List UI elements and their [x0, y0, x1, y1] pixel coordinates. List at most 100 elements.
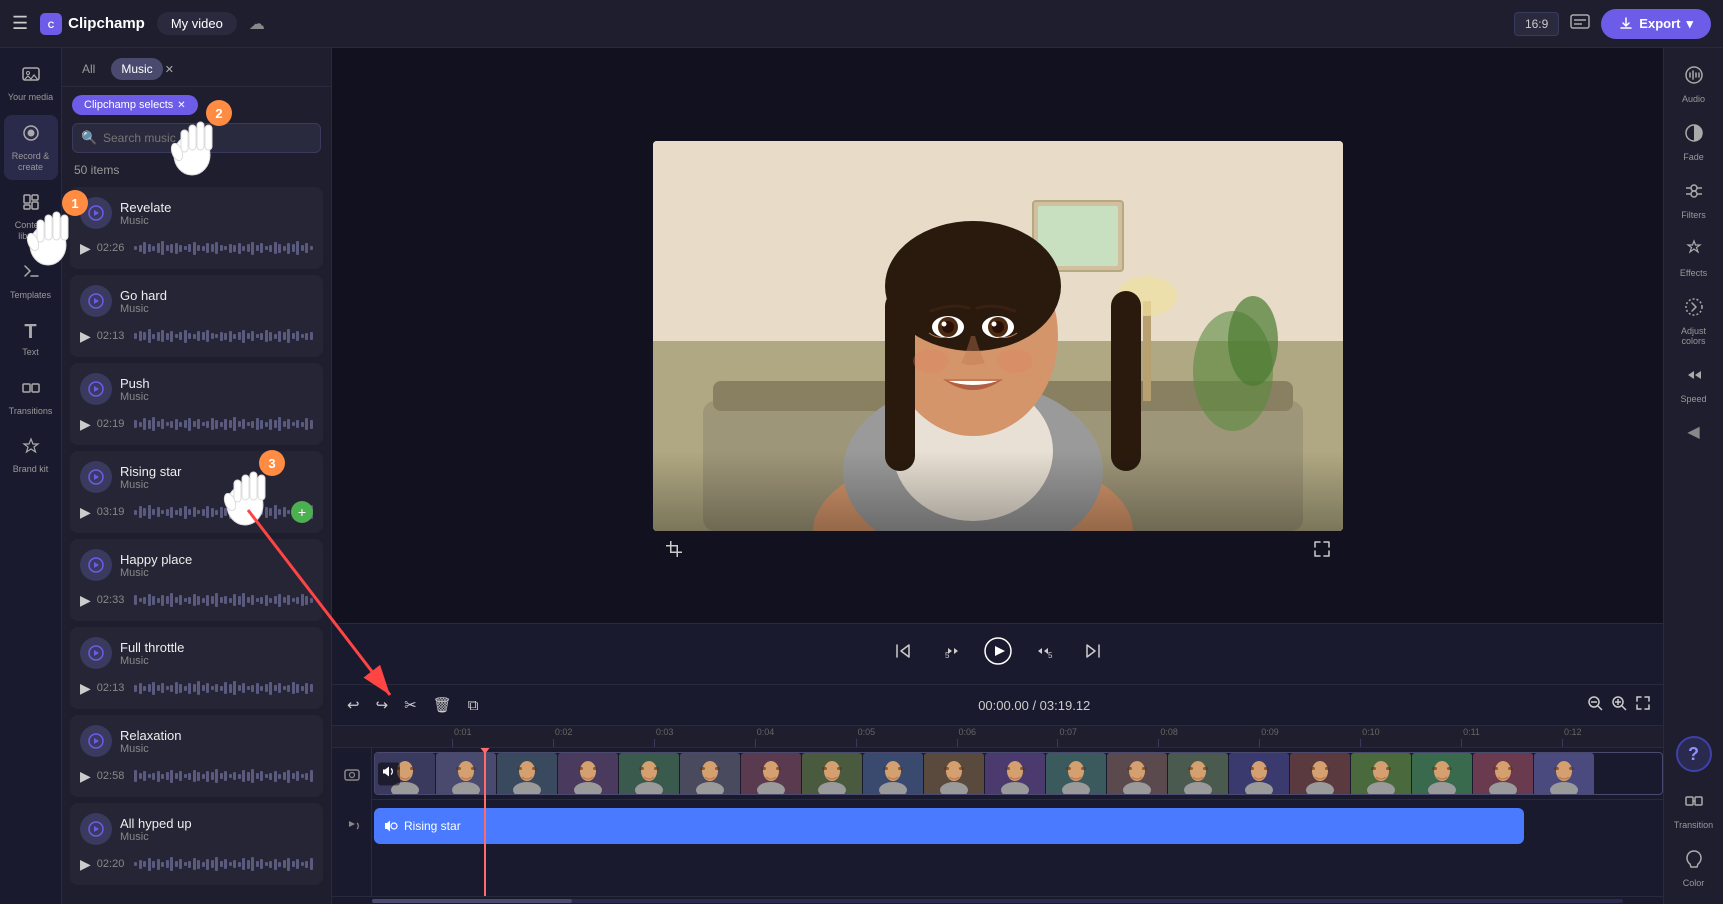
right-item-adjust-colors[interactable]: Adjust colors [1667, 288, 1721, 354]
play-music-button[interactable]: ▶ [80, 768, 91, 785]
video-thumbnail [619, 753, 679, 795]
export-button[interactable]: Export ▾ [1601, 9, 1711, 39]
ruler-label: 0:05 [858, 727, 876, 737]
cut-button[interactable]: ✂ [401, 693, 420, 717]
music-item[interactable]: Full throttle Music ▶ 02:13 [70, 627, 323, 709]
skip-forward-button[interactable] [1078, 636, 1108, 672]
music-duration: 02:33 [97, 594, 125, 606]
music-thumb [80, 813, 112, 845]
music-name: Push [120, 376, 313, 391]
music-type: Music [120, 215, 313, 227]
captions-button[interactable] [1569, 10, 1591, 37]
right-item-speed[interactable]: Speed [1667, 356, 1721, 412]
play-music-button[interactable]: ▶ [80, 592, 91, 609]
video-clip[interactable] [374, 752, 1663, 795]
play-music-button[interactable]: ▶ [80, 856, 91, 873]
content-library-label: Content library [8, 220, 54, 242]
video-thumbnail [680, 753, 740, 795]
tab-music-close[interactable]: ✕ [165, 63, 174, 76]
play-music-button[interactable]: ▶ [80, 680, 91, 697]
sidebar-item-transitions[interactable]: Transitions [4, 370, 58, 425]
items-count: 50 items [62, 159, 331, 183]
undo-button[interactable]: ↩ [344, 693, 363, 717]
play-music-button[interactable]: ▶ [80, 240, 91, 257]
menu-icon[interactable]: ☰ [12, 13, 28, 34]
music-item[interactable]: Relaxation Music ▶ 02:58 [70, 715, 323, 797]
music-item-controls: ▶ 03:19 + [80, 501, 313, 523]
sidebar-item-text[interactable]: T Text [4, 313, 58, 366]
music-item-header: Full throttle Music [80, 637, 313, 669]
time-separator: / [1032, 698, 1039, 713]
zoom-in-button[interactable] [1611, 695, 1627, 715]
collapse-right-sidebar-button[interactable]: ◀ [1687, 422, 1699, 442]
music-duration: 02:13 [97, 330, 125, 342]
clipchamp-selects-filter[interactable]: Clipchamp selects ✕ [72, 95, 198, 115]
sidebar-item-your-media[interactable]: Your media [4, 56, 58, 111]
music-info: Revelate Music [120, 200, 313, 227]
filter-tag-label: Clipchamp selects [84, 99, 173, 111]
music-item[interactable]: Revelate Music ▶ 02:26 [70, 187, 323, 269]
add-to-timeline-button[interactable]: + [291, 501, 313, 523]
video-thumbnail [924, 753, 984, 795]
music-item[interactable]: All hyped up Music ▶ 02:20 [70, 803, 323, 885]
play-button[interactable] [984, 637, 1012, 672]
delete-button[interactable]: 🗑 [430, 693, 455, 717]
rewind-button[interactable]: 5 [936, 636, 966, 672]
project-title[interactable]: My video [157, 12, 237, 35]
sidebar-item-brand-kit[interactable]: Brand kit [4, 428, 58, 483]
crop-button[interactable] [665, 540, 683, 563]
music-item-header: Push Music [80, 373, 313, 405]
music-item[interactable]: Push Music ▶ 02:19 [70, 363, 323, 445]
right-item-transition[interactable]: Transition [1667, 782, 1721, 838]
video-thumbnail [1412, 753, 1472, 795]
right-sidebar: Audio Fade Filters Effects Adjust colors [1663, 48, 1723, 904]
ruler-label: 0:12 [1564, 727, 1582, 737]
duplicate-button[interactable]: ⧉ [465, 694, 482, 717]
music-info: Full throttle Music [120, 640, 313, 667]
waveform [134, 853, 313, 875]
music-type: Music [120, 479, 313, 491]
sidebar-item-templates[interactable]: Templates [4, 254, 58, 309]
forward-button[interactable]: 5 [1030, 636, 1060, 672]
ruler-label: 0:04 [757, 727, 775, 737]
play-music-button[interactable]: ▶ [80, 504, 91, 521]
music-item[interactable]: Happy place Music ▶ 02:33 [70, 539, 323, 621]
right-item-color[interactable]: Color [1667, 840, 1721, 896]
music-duration: 02:20 [97, 858, 125, 870]
sidebar-item-content-library[interactable]: Content library [4, 184, 58, 250]
cloud-icon[interactable]: ☁ [249, 14, 265, 34]
waveform [134, 237, 313, 259]
timeline-toolbar: ↩ ↪ ✂ 🗑 ⧉ 00:00.00 / 03:19.12 [332, 685, 1663, 726]
ruler-tick [957, 739, 958, 747]
play-music-button[interactable]: ▶ [80, 328, 91, 345]
music-type: Music [120, 831, 313, 843]
play-music-button[interactable]: ▶ [80, 416, 91, 433]
tab-all[interactable]: All [72, 58, 105, 80]
track-content[interactable]: Rising star [372, 748, 1663, 896]
skip-back-button[interactable] [888, 636, 918, 672]
aspect-ratio-button[interactable]: 16:9 [1514, 12, 1559, 36]
zoom-out-button[interactable] [1587, 695, 1603, 715]
ruler-label: 0:11 [1463, 727, 1480, 737]
sidebar-item-record-create[interactable]: Record & create [4, 115, 58, 181]
svg-text:C: C [48, 20, 55, 30]
right-item-filters[interactable]: Filters [1667, 172, 1721, 228]
music-item-header: Happy place Music [80, 549, 313, 581]
filter-tag-close[interactable]: ✕ [177, 100, 185, 111]
fit-button[interactable] [1635, 695, 1651, 715]
timeline-scrollbar[interactable] [332, 896, 1663, 904]
video-thumbnail [1290, 753, 1350, 795]
right-item-effects[interactable]: Effects [1667, 230, 1721, 286]
scrollbar-thumb[interactable] [372, 899, 572, 903]
right-item-fade[interactable]: Fade [1667, 114, 1721, 170]
tab-music[interactable]: Music [111, 58, 162, 80]
expand-button[interactable] [1313, 540, 1331, 563]
audio-clip[interactable]: Rising star [374, 808, 1524, 844]
controls-bar: 5 5 [332, 623, 1663, 684]
right-item-audio[interactable]: Audio [1667, 56, 1721, 112]
music-item[interactable]: Rising star Music ▶ 03:19 + [70, 451, 323, 533]
help-bubble[interactable]: ? [1676, 736, 1712, 772]
music-item[interactable]: Go hard Music ▶ 02:13 [70, 275, 323, 357]
redo-button[interactable]: ↪ [373, 693, 392, 717]
search-input[interactable] [72, 123, 321, 153]
